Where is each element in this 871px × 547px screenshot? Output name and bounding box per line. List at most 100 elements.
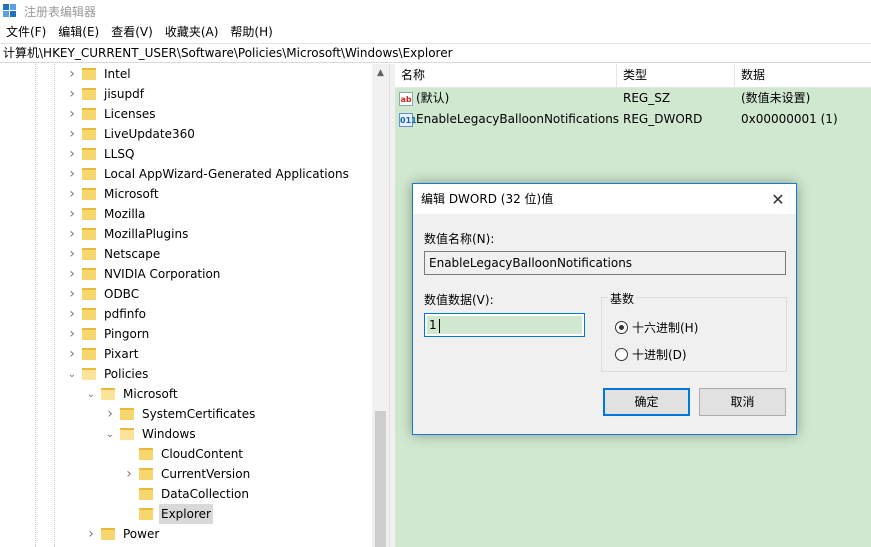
column-data[interactable]: 数据 bbox=[735, 64, 871, 88]
tree-item-label: CurrentVersion bbox=[161, 467, 251, 481]
tree-item[interactable]: ⌄ Microsoft bbox=[85, 384, 180, 404]
menu-help[interactable]: 帮助(H) bbox=[224, 22, 278, 42]
tree-item[interactable]: › jisupdf bbox=[66, 84, 146, 104]
value-data-label: 数值数据(V): bbox=[424, 293, 494, 307]
menu-favorites[interactable]: 收藏夹(A) bbox=[159, 22, 225, 42]
scroll-up-icon[interactable]: ▲ bbox=[372, 64, 389, 81]
folder-icon bbox=[82, 108, 96, 120]
chevron-right-icon[interactable]: › bbox=[66, 64, 78, 84]
tree-item[interactable]: › MozillaPlugins bbox=[66, 224, 190, 244]
chevron-right-icon[interactable]: › bbox=[66, 144, 78, 164]
tree-item-label: Explorer bbox=[159, 504, 213, 524]
chevron-right-icon[interactable]: › bbox=[66, 104, 78, 124]
folder-icon bbox=[82, 328, 96, 340]
menu-bar: 文件(F) 编辑(E) 查看(V) 收藏夹(A) 帮助(H) bbox=[0, 22, 871, 42]
ok-button[interactable]: 确定 bbox=[603, 388, 690, 416]
tree-item[interactable]: › Netscape bbox=[66, 244, 162, 264]
window-title: 注册表编辑器 bbox=[24, 4, 97, 19]
edit-dword-dialog: 编辑 DWORD (32 位)值 ✕ 数值名称(N): EnableLegacy… bbox=[412, 183, 797, 435]
menu-view[interactable]: 查看(V) bbox=[105, 22, 159, 42]
value-row-default[interactable]: ab (默认) REG_SZ (数值未设置) bbox=[395, 88, 871, 109]
tree-item-label: MozillaPlugins bbox=[104, 227, 189, 241]
tree-item-label: CloudContent bbox=[161, 447, 244, 461]
tree-item-label: DataCollection bbox=[161, 487, 250, 501]
tree-item[interactable]: › Intel bbox=[66, 64, 133, 84]
tree-item[interactable]: › Mozilla bbox=[66, 204, 147, 224]
tree-item[interactable]: Explorer bbox=[123, 504, 213, 524]
tree-item[interactable]: › Microsoft bbox=[66, 184, 161, 204]
radio-hex[interactable]: 十六进制(H) bbox=[615, 319, 698, 336]
tree-item[interactable]: › CurrentVersion bbox=[123, 464, 252, 484]
menu-edit[interactable]: 编辑(E) bbox=[52, 22, 105, 42]
tree-scrollbar[interactable]: ▲ bbox=[372, 64, 389, 547]
chevron-right-icon[interactable]: › bbox=[66, 264, 78, 284]
tree-item[interactable]: › ODBC bbox=[66, 284, 141, 304]
registry-tree: › Intel › jisupdf › Licenses › LiveUpdate360 › LL… bbox=[0, 64, 390, 547]
chevron-right-icon[interactable]: › bbox=[66, 224, 78, 244]
tree-item-label: Netscape bbox=[104, 247, 161, 261]
radio-dec[interactable]: 十进制(D) bbox=[615, 346, 687, 363]
folder-icon bbox=[139, 448, 153, 460]
tree-item[interactable]: DataCollection bbox=[123, 484, 251, 504]
tree-item[interactable]: › Pingorn bbox=[66, 324, 151, 344]
dialog-title: 编辑 DWORD (32 位)值 bbox=[421, 192, 554, 206]
tree-item[interactable]: › LLSQ bbox=[66, 144, 136, 164]
chevron-right-icon[interactable]: › bbox=[85, 524, 97, 544]
scrollbar-thumb[interactable] bbox=[375, 411, 386, 547]
chevron-down-icon[interactable]: ⌄ bbox=[104, 424, 116, 444]
tree-item[interactable]: ⌄ Policies bbox=[66, 364, 150, 384]
chevron-right-icon[interactable]: › bbox=[66, 164, 78, 184]
menu-file[interactable]: 文件(F) bbox=[0, 22, 52, 42]
tree-item-label: Power bbox=[123, 527, 160, 541]
folder-icon bbox=[82, 128, 96, 140]
tree-item[interactable]: › Power bbox=[85, 524, 161, 544]
close-icon[interactable]: ✕ bbox=[760, 184, 796, 214]
value-name-field: EnableLegacyBalloonNotifications bbox=[424, 251, 786, 275]
chevron-right-icon[interactable]: › bbox=[66, 304, 78, 324]
chevron-down-icon[interactable]: ⌄ bbox=[66, 364, 78, 384]
folder-icon bbox=[120, 428, 134, 440]
tree-item-label: Windows bbox=[142, 427, 196, 441]
tree-item[interactable]: ⌄ Windows bbox=[104, 424, 198, 444]
tree-item[interactable]: › SystemCertificates bbox=[104, 404, 257, 424]
folder-icon bbox=[82, 368, 96, 380]
tree-item-label: Local AppWizard-Generated Applications bbox=[104, 167, 349, 181]
tree-item[interactable]: › pdfinfo bbox=[66, 304, 148, 324]
cancel-button[interactable]: 取消 bbox=[699, 388, 786, 416]
tree-item[interactable]: › Pixart bbox=[66, 344, 140, 364]
value-row-enablelegacy[interactable]: 011EnableLegacyBalloonNotifications REG_… bbox=[395, 109, 871, 130]
tree-item-label: pdfinfo bbox=[104, 307, 146, 321]
chevron-right-icon[interactable]: › bbox=[66, 344, 78, 364]
base-groupbox: 基数 十六进制(H) 十进制(D) bbox=[601, 290, 787, 372]
chevron-right-icon[interactable]: › bbox=[104, 404, 116, 424]
radio-dec-label: 十进制(D) bbox=[632, 348, 687, 362]
tree-item-label: Pixart bbox=[104, 347, 139, 361]
tree-item[interactable]: › LiveUpdate360 bbox=[66, 124, 197, 144]
chevron-right-icon[interactable]: › bbox=[66, 124, 78, 144]
column-name[interactable]: 名称 bbox=[395, 64, 617, 88]
tree-item[interactable]: › Local AppWizard-Generated Applications bbox=[66, 164, 351, 184]
value-data-input[interactable]: 1 bbox=[424, 313, 585, 337]
folder-icon bbox=[101, 528, 115, 540]
column-type[interactable]: 类型 bbox=[617, 64, 735, 88]
tree-item[interactable]: › NVIDIA Corporation bbox=[66, 264, 222, 284]
string-value-icon: ab bbox=[399, 91, 413, 106]
chevron-right-icon[interactable]: › bbox=[66, 184, 78, 204]
chevron-right-icon[interactable]: › bbox=[66, 84, 78, 104]
tree-item[interactable]: CloudContent bbox=[123, 444, 245, 464]
folder-icon bbox=[139, 468, 153, 480]
chevron-right-icon[interactable]: › bbox=[66, 284, 78, 304]
chevron-right-icon[interactable]: › bbox=[66, 244, 78, 264]
chevron-down-icon[interactable]: ⌄ bbox=[85, 384, 97, 404]
chevron-right-icon[interactable]: › bbox=[66, 324, 78, 344]
chevron-right-icon[interactable]: › bbox=[123, 464, 135, 484]
folder-icon bbox=[82, 208, 96, 220]
folder-icon bbox=[82, 288, 96, 300]
tree-item[interactable]: › Licenses bbox=[66, 104, 158, 124]
folder-icon bbox=[139, 508, 153, 520]
tree-item-label: jisupdf bbox=[104, 87, 144, 101]
chevron-right-icon[interactable]: › bbox=[66, 204, 78, 224]
address-bar[interactable]: 计算机\HKEY_CURRENT_USER\Software\Policies\… bbox=[0, 43, 871, 63]
